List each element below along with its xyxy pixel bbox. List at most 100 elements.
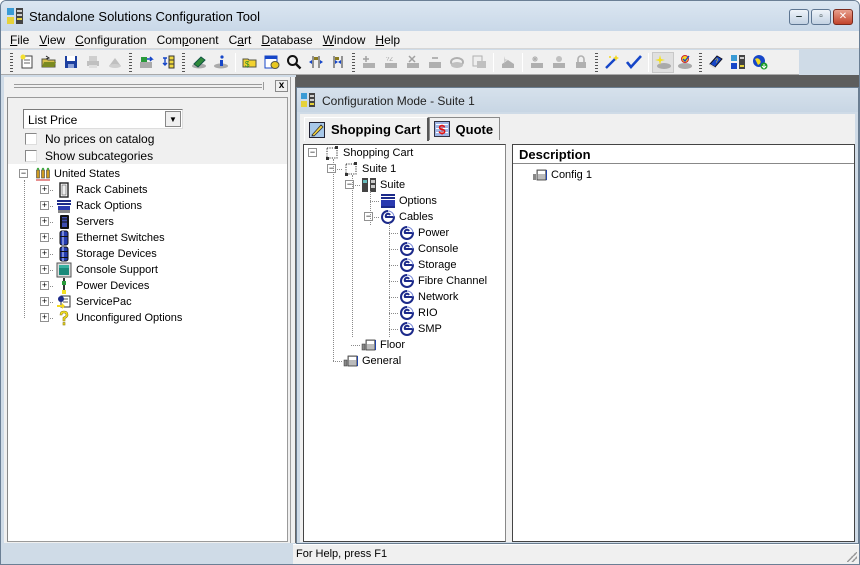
cart-node-smp[interactable]: SMP [399, 321, 442, 337]
list-item[interactable]: Config 1 [532, 167, 592, 183]
tree-node-rack-cabinets[interactable]: Rack Cabinets [56, 182, 148, 198]
expand-toggle[interactable]: + [40, 233, 49, 242]
menu-window[interactable]: Window [318, 32, 371, 48]
tab-shopping-cart[interactable]: Shopping Cart [304, 117, 429, 141]
help-book-button[interactable]: ? [705, 52, 727, 73]
new-component-button[interactable] [526, 52, 548, 73]
tree-node-power-devices[interactable]: Power Devices [56, 278, 149, 294]
catalog-button[interactable] [188, 52, 210, 73]
menu-file[interactable]: File [5, 32, 34, 48]
rename-component-button[interactable]: ?Z [380, 52, 402, 73]
highlight-button[interactable] [652, 51, 674, 73]
cart-node-floor[interactable]: Floor [361, 337, 405, 353]
web-update-button[interactable] [749, 52, 771, 73]
description-column-header[interactable]: Description [513, 145, 854, 164]
tree-node-storage-devices[interactable]: Storage Devices [56, 246, 157, 262]
cart-node-suite-1[interactable]: Suite 1 [343, 161, 396, 177]
move-component-button[interactable] [548, 52, 570, 73]
cart-node-options[interactable]: Options [380, 193, 437, 209]
save-button[interactable] [60, 52, 82, 73]
info-button[interactable] [210, 52, 232, 73]
expand-toggle[interactable]: + [40, 217, 49, 226]
verify-button[interactable] [674, 52, 696, 73]
rack-layout-button[interactable] [157, 52, 179, 73]
tree-node-united-states[interactable]: United States [35, 166, 120, 182]
tree-node-ethernet-switches[interactable]: Ethernet Switches [56, 230, 165, 246]
remove-component-button[interactable] [424, 52, 446, 73]
tree-connector [351, 345, 360, 346]
toolbar-gripper[interactable] [10, 52, 13, 72]
collapse-toggle[interactable]: − [364, 212, 373, 221]
menu-database[interactable]: Database [256, 32, 317, 48]
cart-node-cables[interactable]: Cables [380, 209, 433, 225]
menu-configuration[interactable]: Configuration [70, 32, 151, 48]
collapse-button[interactable] [327, 52, 349, 73]
price-type-select[interactable]: List Price ▼ [23, 109, 183, 129]
toolbar-gripper[interactable] [699, 52, 702, 72]
menu-view[interactable]: View [34, 32, 70, 48]
collapse-toggle[interactable]: − [19, 169, 28, 178]
show-subcategories-checkbox-row[interactable]: Show subcategories [25, 148, 153, 163]
expand-toggle[interactable]: + [40, 185, 49, 194]
menu-cart[interactable]: Cart [224, 32, 257, 48]
open-folder-button[interactable]: $ [239, 52, 261, 73]
open-button[interactable] [38, 52, 60, 73]
toolbar-gripper[interactable] [182, 52, 185, 72]
expand-toggle[interactable]: + [40, 201, 49, 210]
expand-toggle[interactable]: + [40, 249, 49, 258]
cart-node-shopping-cart[interactable]: Shopping Cart [324, 145, 413, 161]
cart-node-power[interactable]: Power [399, 225, 449, 241]
collapse-toggle[interactable]: − [308, 148, 317, 157]
menu-component[interactable]: Component [152, 32, 224, 48]
tab-quote[interactable]: $ Quote [428, 117, 501, 140]
expand-toggle[interactable]: + [40, 281, 49, 290]
cart-node-suite[interactable]: Suite [361, 177, 405, 193]
toolbar-gripper[interactable] [352, 52, 355, 72]
new-button[interactable] [16, 52, 38, 73]
chevron-down-icon[interactable]: ▼ [165, 111, 181, 127]
minimize-button[interactable]: ‒ [789, 9, 809, 25]
toolbar-gripper[interactable] [129, 52, 132, 72]
tree-node-rack-options[interactable]: Rack Options [56, 198, 142, 214]
cable-button[interactable] [446, 52, 468, 73]
show-subcategories-checkbox[interactable] [25, 149, 37, 162]
tree-node-unconfigured-options[interactable]: Unconfigured Options [56, 310, 182, 326]
cart-node-network[interactable]: Network [399, 289, 458, 305]
copy-component-button[interactable] [468, 52, 490, 73]
wizard-button[interactable] [601, 52, 623, 73]
delete-component-button[interactable] [402, 52, 424, 73]
cart-node-console[interactable]: Console [399, 241, 458, 257]
no-prices-checkbox[interactable] [25, 132, 37, 145]
search-button[interactable] [283, 52, 305, 73]
maximize-button[interactable]: ▫ [811, 9, 831, 25]
cart-node-storage[interactable]: Storage [399, 257, 457, 273]
print-preview-button[interactable] [104, 52, 126, 73]
no-prices-checkbox-row[interactable]: No prices on catalog [25, 131, 154, 146]
rack-config-button[interactable] [727, 52, 749, 73]
tree-node-servicepac[interactable]: ServicePac [56, 294, 132, 310]
close-button[interactable]: ✕ [833, 9, 853, 25]
cart-node-rio[interactable]: RIO [399, 305, 438, 321]
validate-button[interactable] [623, 52, 645, 73]
cart-node-fibre-channel[interactable]: Fibre Channel [399, 273, 487, 289]
expand-toggle[interactable]: + [40, 297, 49, 306]
import-button[interactable] [135, 52, 157, 73]
database-button[interactable] [261, 52, 283, 73]
sparkle-component-button[interactable] [497, 52, 519, 73]
catalog-pane-close-button[interactable]: x [275, 80, 288, 92]
tree-node-servers[interactable]: Servers [56, 214, 114, 230]
expand-toggle[interactable]: + [40, 265, 49, 274]
expand-toggle[interactable]: + [40, 313, 49, 322]
catalog-pane-header[interactable]: x [4, 77, 290, 95]
add-component-button[interactable] [358, 52, 380, 73]
toolbar-gripper[interactable] [595, 52, 598, 72]
resize-grip[interactable] [847, 552, 857, 562]
menu-help[interactable]: Help [370, 32, 405, 48]
tree-node-console-support[interactable]: Console Support [56, 262, 158, 278]
collapse-toggle[interactable]: − [327, 164, 336, 173]
print-button[interactable] [82, 52, 104, 73]
expand-button[interactable] [305, 52, 327, 73]
cart-node-general[interactable]: General [343, 353, 401, 369]
lock-component-button[interactable] [570, 52, 592, 73]
pane-gripper[interactable] [14, 82, 264, 90]
